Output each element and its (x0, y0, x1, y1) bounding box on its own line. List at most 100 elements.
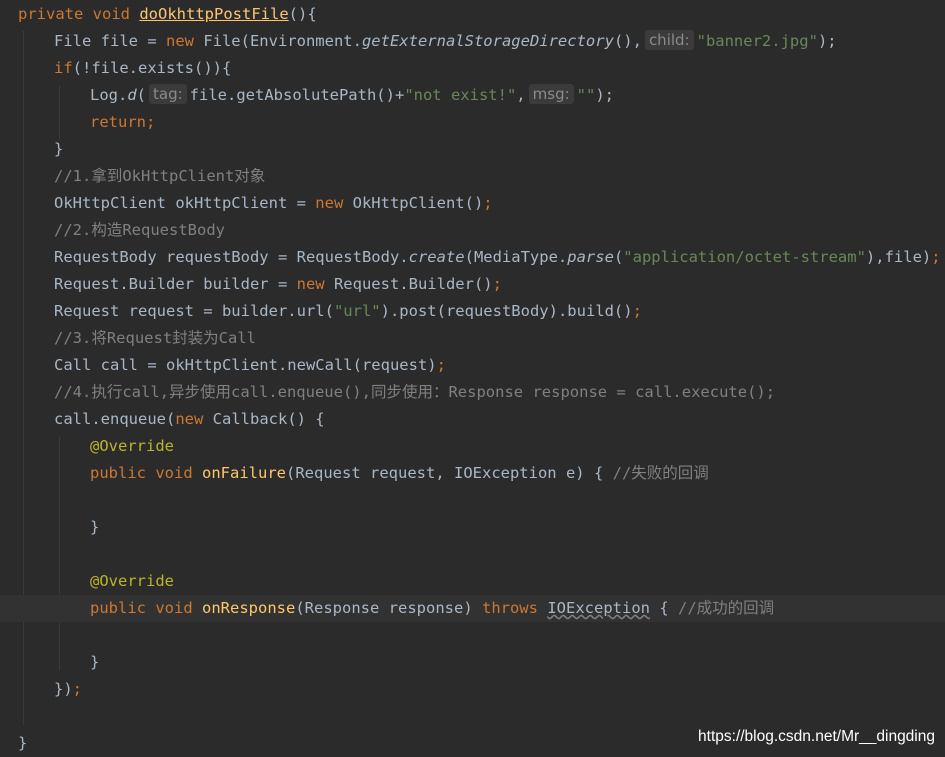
keyword: public (90, 599, 146, 617)
parameter-hint: msg: (528, 84, 574, 104)
string-literal: "not exist!" (404, 86, 517, 104)
keyword: void (155, 599, 193, 617)
code-token: { (649, 599, 669, 617)
code-token: OkHttpClient okHttpClient = (54, 194, 316, 212)
code-token: OkHttpClient() (343, 194, 484, 212)
code-token: (), (613, 32, 642, 50)
code-token: (Request request, IOException e) { (286, 464, 604, 482)
string-literal: "banner2.jpg" (696, 32, 818, 50)
code-token: File file = (54, 32, 166, 50)
code-token: (){ (288, 5, 317, 23)
exception-type: IOException (547, 599, 650, 617)
code-token: Request request = builder.url( (54, 302, 334, 320)
code-token: Request.Builder builder = (54, 275, 297, 293)
method-name: onResponse (202, 599, 296, 617)
code-token: ).post(requestBody).build() (380, 302, 633, 320)
code-token: }) (54, 680, 73, 698)
code-token: ),file) (865, 248, 932, 266)
keyword: return (90, 113, 146, 131)
code-line[interactable]: public void onFailure(Request request, I… (0, 460, 945, 487)
keyword: public (90, 464, 146, 482)
semicolon: ; (931, 248, 941, 266)
code-token: } (54, 140, 64, 158)
keyword: throws (481, 599, 538, 617)
code-token: ( (136, 86, 147, 104)
keyword: if (54, 59, 73, 77)
code-token: call.enqueue( (54, 410, 176, 428)
code-line[interactable]: Request.Builder builder = new Request.Bu… (0, 271, 945, 298)
code-line[interactable]: //4.执行call,异步使用call.enqueue(),同步使用：Respo… (0, 379, 945, 406)
semicolon: ; (483, 194, 493, 212)
annotation: @Override (90, 437, 174, 455)
comment: //1.拿到OkHttpClient对象 (54, 167, 266, 185)
static-method: d (127, 86, 137, 104)
code-token: file.getAbsolutePath()+ (189, 86, 405, 104)
code-token: ); (595, 86, 614, 104)
code-token: ); (817, 32, 837, 50)
code-token: (MediaType. (464, 248, 568, 266)
code-token: , (516, 86, 526, 104)
static-method: create (408, 248, 465, 266)
code-line[interactable]: //1.拿到OkHttpClient对象 (0, 163, 945, 190)
code-token: Log. (90, 86, 128, 104)
static-method: getExternalStorageDirectory (361, 32, 614, 50)
keyword: void (92, 5, 130, 23)
code-line[interactable]: OkHttpClient okHttpClient = new OkHttpCl… (0, 190, 945, 217)
string-literal: "application/octet-stream" (623, 248, 866, 266)
method-name: onFailure (202, 464, 287, 482)
method-name: doOkhttpPostFile (139, 5, 289, 23)
annotation: @Override (90, 572, 174, 590)
code-line[interactable]: RequestBody requestBody = RequestBody.cr… (0, 244, 945, 271)
code-token: } (90, 518, 100, 536)
code-line[interactable]: private void doOkhttpPostFile(){ (0, 1, 945, 28)
semicolon: ; (492, 275, 502, 293)
code-token: } (90, 653, 100, 671)
code-line[interactable]: Call call = okHttpClient.newCall(request… (0, 352, 945, 379)
comment: //2.构造RequestBody (54, 221, 225, 239)
keyword: new (175, 410, 204, 428)
code-line[interactable]: @Override (0, 433, 945, 460)
keyword: new (296, 275, 325, 293)
semicolon: ; (146, 113, 156, 131)
comment: //成功的回调 (678, 599, 775, 617)
code-line[interactable]: File file = new File(Environment.getExte… (0, 28, 945, 55)
code-token: Call call = okHttpClient.newCall(request… (54, 356, 437, 374)
code-line[interactable]: } (0, 649, 945, 676)
comment: //失败的回调 (612, 464, 709, 482)
keyword: new (315, 194, 344, 212)
string-literal: "" (576, 86, 596, 104)
keyword: private (18, 5, 84, 23)
current-code-line[interactable]: public void onResponse(Response response… (0, 595, 945, 622)
code-line[interactable]: Request request = builder.url("url").pos… (0, 298, 945, 325)
parameter-hint: child: (644, 30, 694, 50)
semicolon: ; (436, 356, 446, 374)
code-token: (!file.exists()){ (72, 59, 232, 77)
code-line[interactable]: Log.d(tag: file.getAbsolutePath()+"not ex… (0, 82, 945, 109)
code-line[interactable]: }); (0, 676, 945, 703)
code-line[interactable]: return; (0, 109, 945, 136)
parameter-hint: tag: (149, 84, 187, 104)
static-method: parse (567, 248, 614, 266)
string-literal: "url" (333, 302, 381, 320)
code-token: Request.Builder() (324, 275, 493, 293)
code-line[interactable]: call.enqueue(new Callback() { (0, 406, 945, 433)
comment: //4.执行call,异步使用call.enqueue(),同步使用：Respo… (54, 383, 776, 401)
comment: //3.将Request封装为Call (54, 329, 256, 347)
code-editor[interactable]: private void doOkhttpPostFile(){ File fi… (0, 0, 945, 756)
keyword: void (155, 464, 193, 482)
semicolon: ; (632, 302, 642, 320)
code-token: RequestBody requestBody = RequestBody. (54, 248, 409, 266)
code-token: (Response response) (295, 599, 482, 617)
semicolon: ; (72, 680, 83, 698)
code-token: } (18, 734, 28, 752)
code-line[interactable]: //2.构造RequestBody (0, 217, 945, 244)
code-line[interactable]: //3.将Request封装为Call (0, 325, 945, 352)
code-line[interactable]: } (0, 136, 945, 163)
code-token: Callback() { (203, 410, 325, 428)
watermark-text: https://blog.csdn.net/Mr__dingding (698, 728, 935, 745)
code-token: ( (613, 248, 624, 266)
code-line[interactable]: if(!file.exists()){ (0, 55, 945, 82)
code-line[interactable]: @Override (0, 568, 945, 595)
code-token: File(Environment. (193, 32, 362, 50)
code-line[interactable]: } (0, 514, 945, 541)
